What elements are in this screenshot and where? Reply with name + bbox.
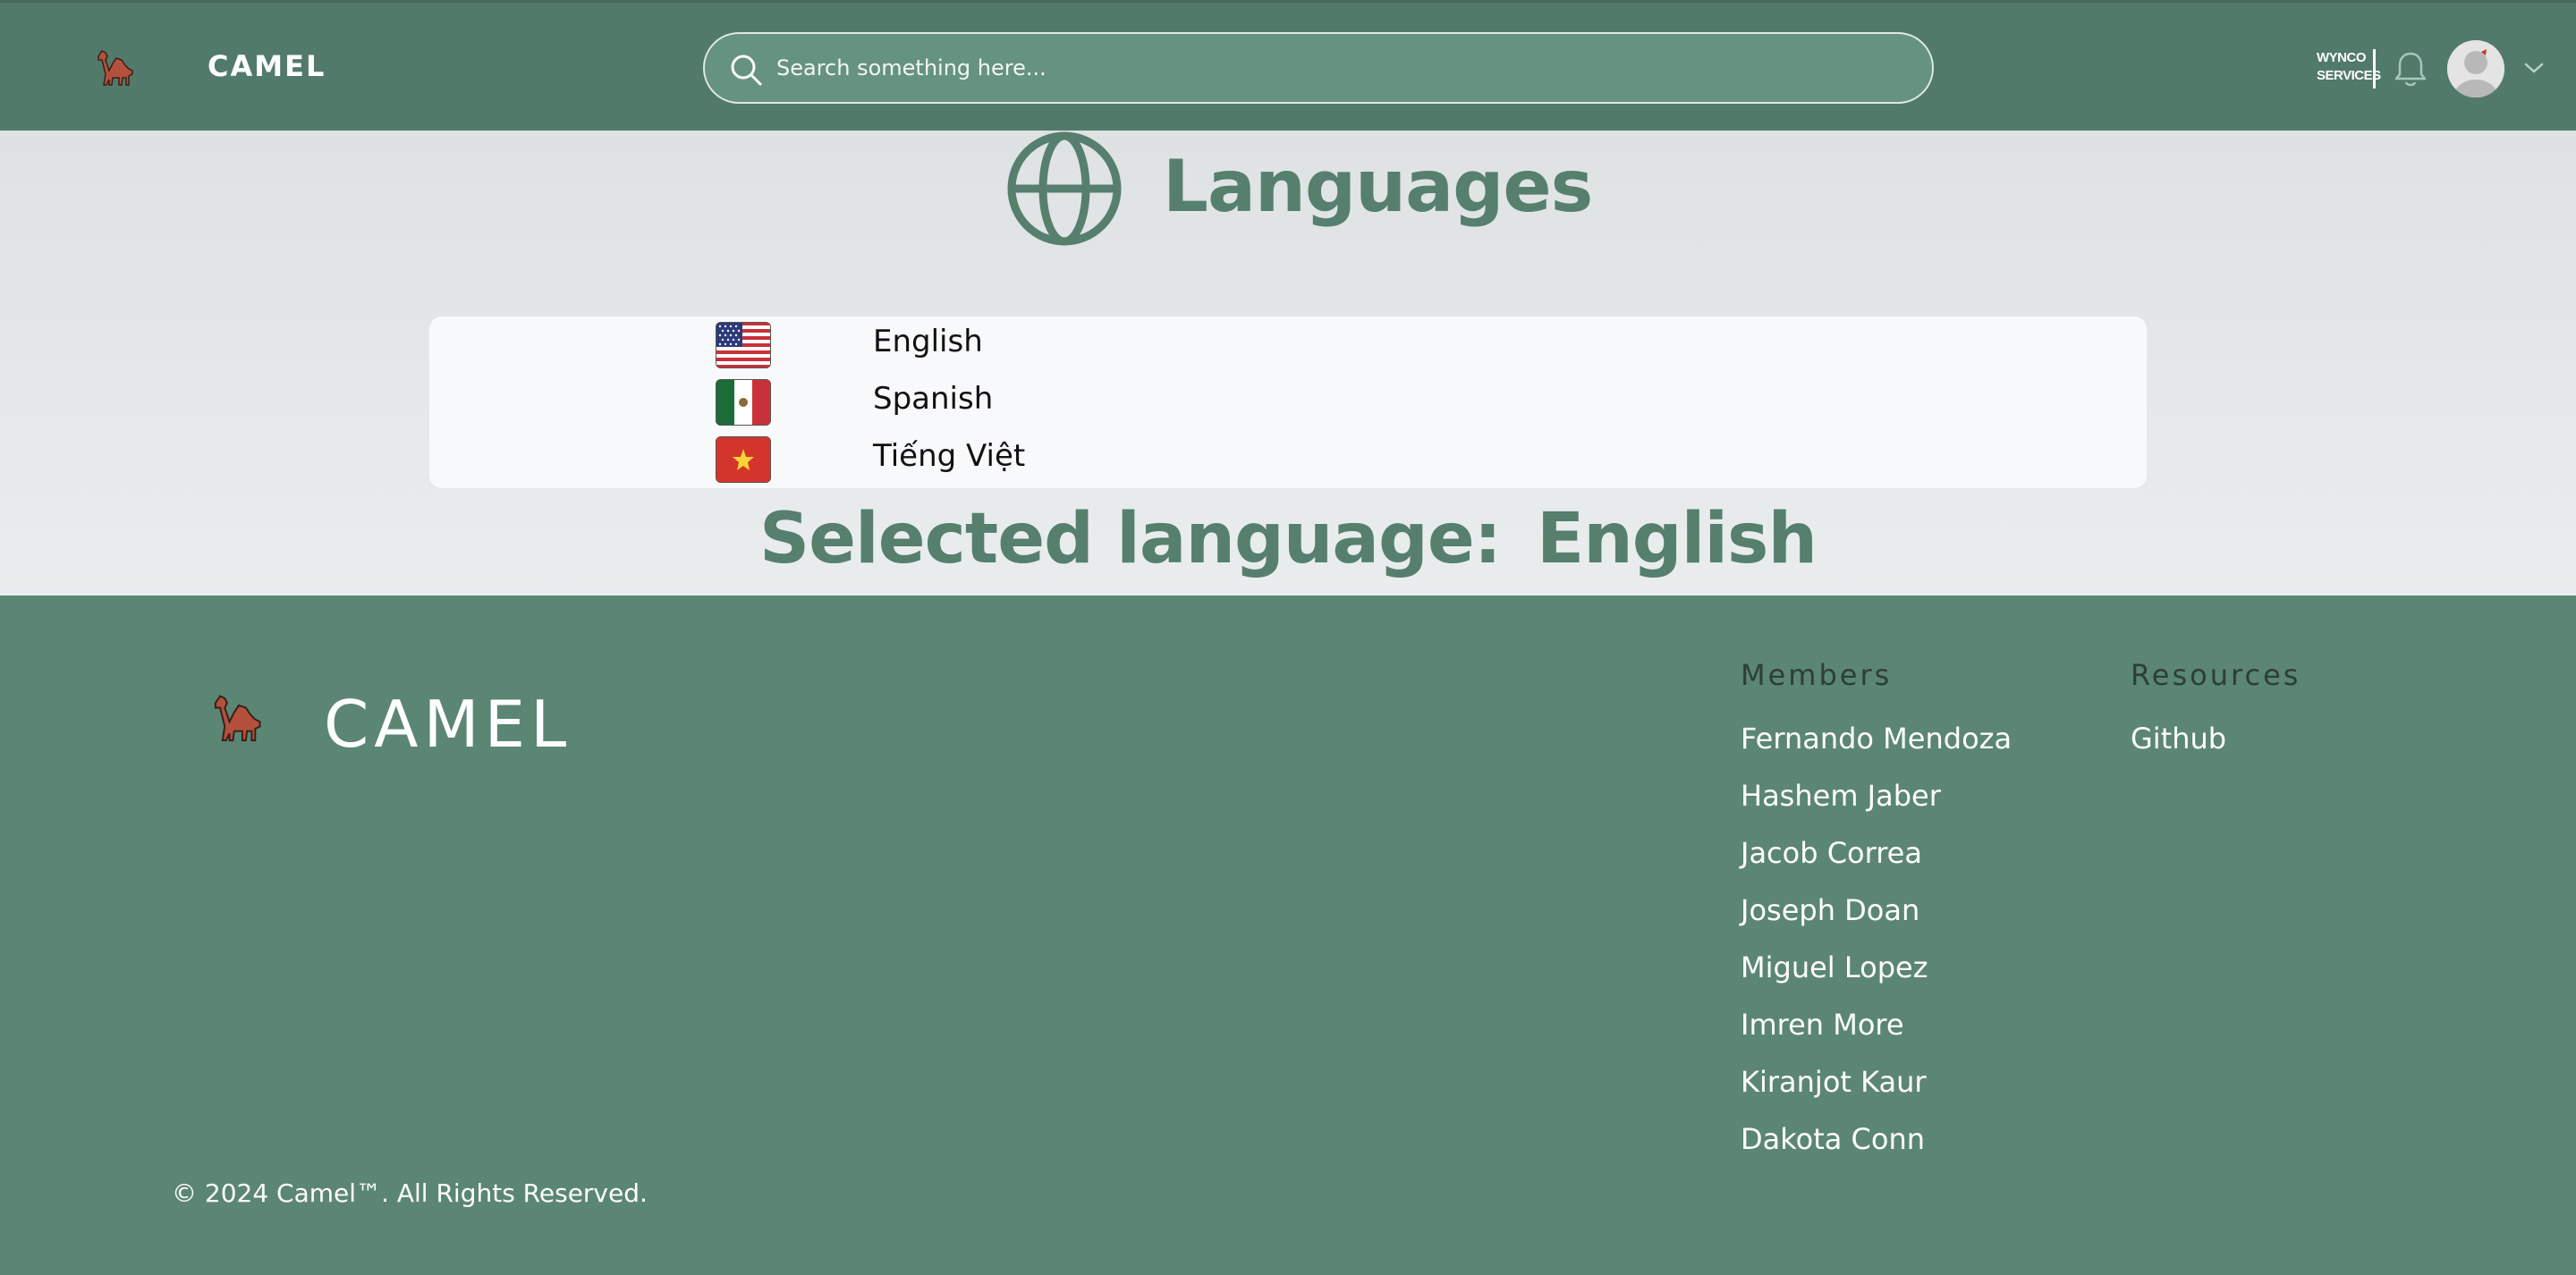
member-link[interactable]: Imren More xyxy=(1741,1007,2012,1064)
members-list: Fernando Mendoza Hashem Jaber Jacob Corr… xyxy=(1741,721,2012,1178)
language-option-spanish[interactable]: Spanish xyxy=(429,376,2147,429)
selected-language-label: Selected language: xyxy=(758,499,1502,579)
camel-logo-icon[interactable] xyxy=(93,44,140,90)
footer-brand: CAMEL xyxy=(324,687,572,762)
selected-language-value: English xyxy=(1536,499,1818,579)
member-link[interactable]: Miguel Lopez xyxy=(1741,950,2012,1007)
members-heading: Members xyxy=(1741,658,1893,692)
member-link[interactable]: Fernando Mendoza xyxy=(1741,721,2012,778)
language-label: Spanish xyxy=(873,381,994,417)
language-list: English Spanish Tiếng Việt xyxy=(429,317,2147,488)
language-label: Tiếng Việt xyxy=(873,438,1026,474)
member-link[interactable]: Kiranjot Kaur xyxy=(1741,1064,2012,1121)
avatar[interactable] xyxy=(2447,40,2504,97)
mexico-flag-icon xyxy=(716,379,771,426)
member-link[interactable]: Dakota Conn xyxy=(1741,1121,2012,1178)
partner-logo: WYNCO SERVICES xyxy=(2317,49,2381,89)
chevron-down-icon[interactable] xyxy=(2522,58,2546,78)
selected-language: Selected language: English xyxy=(0,499,2576,579)
github-link[interactable]: Github xyxy=(2131,721,2226,778)
vietnam-flag-icon xyxy=(716,436,771,483)
member-link[interactable]: Hashem Jaber xyxy=(1741,778,2012,835)
search-input[interactable] xyxy=(776,34,1903,102)
resources-heading: Resources xyxy=(2131,658,2301,692)
language-option-vietnamese[interactable]: Tiếng Việt xyxy=(429,433,2147,486)
globe-icon xyxy=(1007,131,1122,246)
user-avatar-icon xyxy=(2447,40,2504,97)
footer: CAMEL Members Fernando Mendoza Hashem Ja… xyxy=(0,595,2576,1275)
copyright: © 2024 Camel™. All Rights Reserved. xyxy=(172,1178,648,1208)
us-flag-icon xyxy=(716,322,771,368)
top-nav: CAMEL WYNCO SERVICES xyxy=(0,0,2576,131)
member-link[interactable]: Jacob Correa xyxy=(1741,835,2012,892)
resources-list: Github xyxy=(2131,721,2226,778)
language-label: English xyxy=(873,324,983,359)
bell-icon[interactable] xyxy=(2392,49,2429,89)
page-title: Languages xyxy=(1163,145,1593,228)
app-name[interactable]: CAMEL xyxy=(208,49,326,83)
language-option-english[interactable]: English xyxy=(429,318,2147,372)
languages-section: Languages English Spanish Tiếng Việt Sel… xyxy=(0,131,2576,595)
search-bar[interactable] xyxy=(703,32,1934,104)
search-icon xyxy=(731,55,762,86)
member-link[interactable]: Joseph Doan xyxy=(1741,892,2012,950)
camel-logo-icon xyxy=(214,695,261,742)
